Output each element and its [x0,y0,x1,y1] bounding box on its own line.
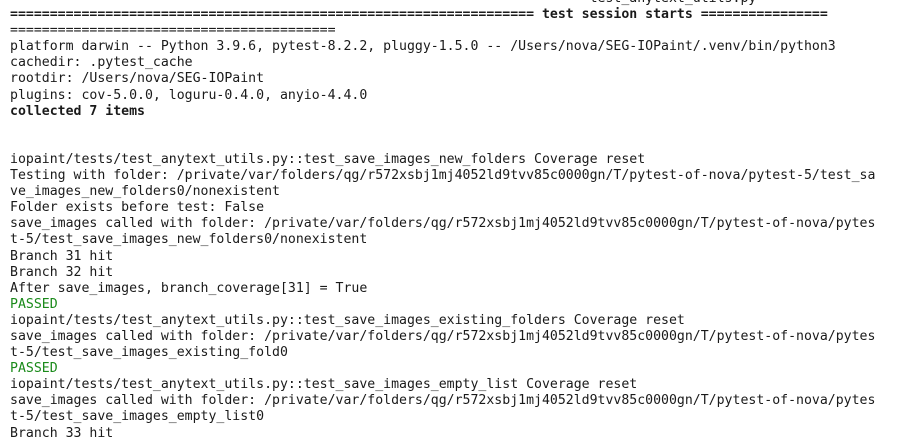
terminal-line: Folder exists before test: False [10,200,265,216]
terminal-line: Branch 31 hit [10,248,114,264]
terminal-line: collected 7 items [10,103,145,119]
terminal-line: Branch 33 hit [10,425,114,441]
terminal-line: save_images called with folder: /private… [10,328,876,344]
terminal-line: iopaint/tests/test_anytext_utils.py::tes… [10,312,685,328]
terminal-line: cachedir: .pytest_cache [10,55,193,71]
terminal-line: After save_images, branch_coverage[31] =… [10,280,368,296]
test-status-passed: PASSED [10,361,58,377]
terminal-line: t-5/test_save_images_existing_fold0 [10,345,288,361]
terminal-line: ========================================… [10,23,336,39]
terminal-line: rootdir: /Users/nova/SEG-IOPaint [10,71,265,87]
terminal-output: ========================================… [10,0,900,442]
terminal-line: iopaint/tests/test_anytext_utils.py::tes… [10,151,646,167]
terminal-line: Branch 32 hit [10,264,114,280]
test-status-passed: PASSED [10,296,58,312]
terminal-line: Testing with folder: /private/var/folder… [10,168,876,184]
terminal-line: ve_images_new_folders0/nonexistent [10,184,280,200]
terminal-line: plugins: cov-5.0.0, loguru-0.4.0, anyio-… [10,87,368,103]
terminal-line: platform darwin -- Python 3.9.6, pytest-… [10,39,836,55]
terminal-line: save_images called with folder: /private… [10,216,876,232]
terminal-line: save_images called with folder: /private… [10,393,876,409]
terminal-line: ========================================… [10,7,828,23]
terminal-line: t-5/test_save_images_empty_list0 [10,409,265,425]
terminal-line: t-5/test_save_images_new_folders0/nonexi… [10,232,368,248]
terminal-line: iopaint/tests/test_anytext_utils.py::tes… [10,377,638,393]
terminal-line: ========================================… [10,0,900,7]
